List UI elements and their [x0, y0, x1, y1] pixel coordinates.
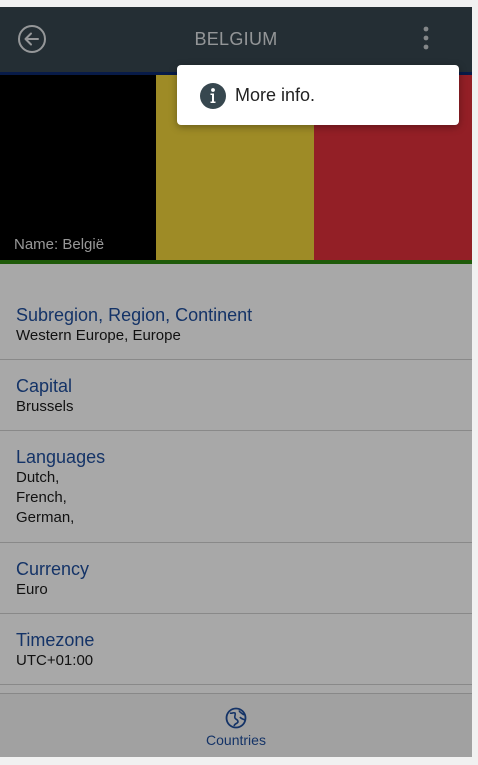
menu-item-label: More info. — [235, 85, 316, 105]
menu-item-more-info[interactable]: More info. — [177, 65, 459, 125]
overflow-menu: More info. — [177, 65, 459, 125]
info-icon — [200, 83, 226, 109]
app-screen: BELGIUM Name: België Subregion, Region, … — [0, 7, 472, 757]
